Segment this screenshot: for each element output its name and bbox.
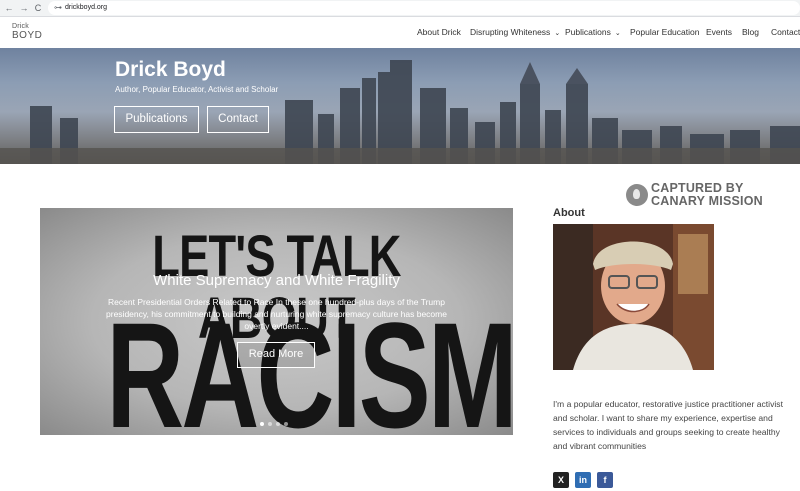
about-description: I'm a popular educator, restorative just… [553, 399, 783, 451]
slider-dots [260, 413, 292, 431]
nav-publications[interactable]: Publications ⌄ [565, 27, 621, 37]
nav-label: Disrupting Whiteness [470, 27, 551, 37]
site-settings-icon[interactable]: ⊶ [54, 3, 62, 13]
badge-line2: CANARY MISSION [651, 194, 763, 208]
site-logo[interactable]: Drick BOYD [12, 23, 43, 41]
browser-toolbar: ← → C ⊶ drickboyd.org [0, 0, 800, 17]
nav-label: Popular Education [630, 27, 700, 37]
nav-events[interactable]: Events [706, 27, 732, 37]
nav-label: Contact [771, 27, 800, 37]
nav-contact[interactable]: Contact [771, 27, 800, 37]
url-text[interactable]: drickboyd.org [65, 2, 107, 14]
nav-disrupting-whiteness[interactable]: Disrupting Whiteness ⌄ [470, 27, 560, 37]
back-icon[interactable]: ← [3, 2, 15, 14]
chevron-down-icon: ⌄ [614, 30, 621, 37]
post-slider[interactable]: LET'S TALK ABOUT RACISM White Supremacy … [40, 208, 513, 435]
nav-blog[interactable]: Blog [742, 27, 759, 37]
hero-contact-button[interactable]: Contact [207, 106, 269, 133]
forward-icon[interactable]: → [18, 2, 30, 14]
slider-dot-1[interactable] [260, 422, 264, 426]
linkedin-icon[interactable]: in [575, 472, 591, 488]
reload-icon[interactable]: C [32, 2, 44, 14]
logo-last-name: BOYD [12, 30, 43, 41]
nav-label: Publications [565, 27, 611, 37]
x-icon[interactable]: X [553, 472, 569, 488]
canary-mission-badge[interactable]: CAPTURED BY CANARY MISSION [651, 182, 763, 208]
slider-dot-3[interactable] [276, 422, 280, 426]
nav-label: Events [706, 27, 732, 37]
slider-dot-2[interactable] [268, 422, 272, 426]
address-bar[interactable] [48, 1, 800, 15]
facebook-icon[interactable]: f [597, 472, 613, 488]
about-heading: About [553, 207, 585, 219]
nav-about-drick[interactable]: About Drick [417, 27, 461, 37]
hero-title: Drick Boyd [115, 58, 226, 81]
canary-bird-icon [626, 184, 648, 206]
site-header: Drick BOYD About Drick Disrupting Whiten… [0, 17, 800, 48]
author-portrait [553, 224, 714, 370]
slider-dot-4[interactable] [284, 422, 288, 426]
hero-publications-button[interactable]: Publications [114, 106, 199, 133]
nav-label: About Drick [417, 27, 461, 37]
hero-subtitle: Author, Popular Educator, Activist and S… [115, 85, 279, 94]
read-more-button[interactable]: Read More [237, 342, 315, 368]
nav-label: Blog [742, 27, 760, 37]
slide-excerpt: Recent Presidential Orders Related to Ra… [106, 297, 447, 331]
slide-title[interactable]: White Supremacy and White Fragility [40, 272, 513, 289]
nav-popular-education[interactable]: Popular Education [630, 27, 699, 37]
chevron-down-icon: ⌄ [554, 30, 561, 37]
